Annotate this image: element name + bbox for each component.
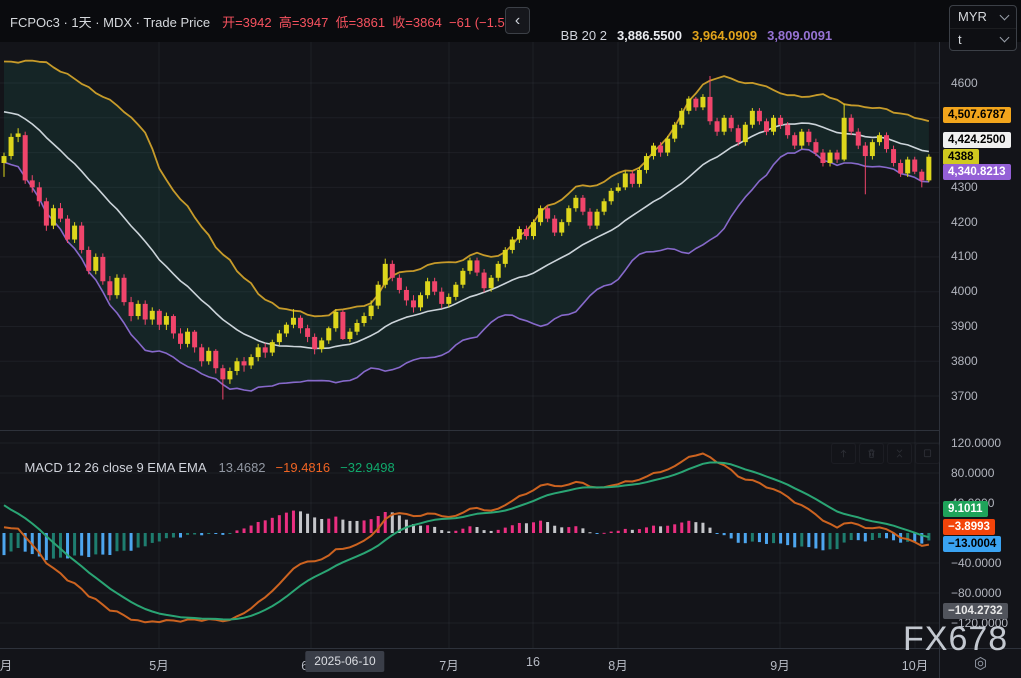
chevron-down-icon — [1000, 33, 1010, 43]
indicator-toolbar — [831, 443, 940, 464]
crosshair-date-badge: 2025-06-10 — [305, 651, 384, 672]
time-label: 9月 — [770, 655, 789, 674]
price-tick-label: 4000 — [951, 284, 978, 298]
trading-chart-app: FCPOc3 · 1天 · MDX · Trade Price 开=3942 高… — [0, 0, 1021, 678]
ohlc-values: 开=3942 高=3947 低=3861 收=3864 −61 (−1.55%) — [222, 12, 528, 31]
time-label: 5月 — [149, 655, 168, 674]
bb-basis-value: 3,886.5500 — [617, 28, 682, 43]
price-tick-label: 4100 — [951, 249, 978, 263]
price-tick-label: 3800 — [951, 354, 978, 368]
bb-legend-label: BB 20 2 — [561, 28, 607, 43]
legend-collapse-button[interactable]: ‹ — [505, 7, 530, 34]
macd-signal-value: −32.9498 — [340, 460, 395, 475]
chevron-left-icon: ‹ — [515, 12, 520, 29]
chart-canvas[interactable] — [0, 0, 1021, 678]
crosshair-value-badge: −104.2732 — [943, 603, 1008, 619]
symbol-title: FCPOc3 · 1天 · MDX · Trade Price — [10, 12, 210, 31]
time-label: 7月 — [439, 655, 458, 674]
trash-icon — [863, 446, 880, 461]
chevron-down-icon — [1000, 10, 1010, 20]
macd-tick-label: −80.0000 — [951, 586, 1001, 600]
macd-tick-label: −40.0000 — [951, 556, 1001, 570]
maximize-icon — [919, 446, 936, 461]
macd-tick-label: 80.0000 — [951, 466, 994, 480]
bb-lower-price-badge: 4,340.8213 — [943, 164, 1011, 180]
time-label: 月 — [0, 655, 12, 674]
maximize-pane-button[interactable] — [915, 443, 940, 464]
move-pane-up-button[interactable] — [831, 443, 856, 464]
fx678-watermark: FX678 — [903, 622, 1008, 656]
bb-legend: BB 20 2 3,886.5500 3,964.0909 3,809.0091 — [539, 13, 832, 58]
price-scale[interactable]: 4600 4300 4200 4100 4000 3900 3800 3700 120.0000… — [939, 0, 1021, 678]
unit-select-value: t — [958, 32, 962, 47]
macd-legend-label: MACD 12 26 close 9 EMA EMA — [24, 460, 206, 475]
time-label: 8月 — [608, 655, 627, 674]
macd-legend: MACD 12 26 close 9 EMA EMA 13.4682 −19.481… — [10, 445, 395, 490]
price-tick-label: 3700 — [951, 389, 978, 403]
legend-bar: FCPOc3 · 1天 · MDX · Trade Price 开=3942 高… — [0, 0, 1021, 42]
macd-hist-value: 13.4682 — [219, 460, 266, 475]
collapse-pane-button[interactable] — [887, 443, 912, 464]
bb-basis-price-badge: 4,424.2500 — [943, 132, 1011, 148]
currency-select[interactable]: MYR — [950, 6, 1016, 28]
price-tick-label: 4600 — [951, 76, 978, 90]
axis-settings-box: MYR t — [949, 5, 1017, 51]
time-label: 16 — [526, 655, 540, 669]
hist-value-badge: −13.0004 — [943, 536, 1001, 552]
delete-indicator-button[interactable] — [859, 443, 884, 464]
signal-value-badge: 9.1011 — [943, 501, 988, 517]
price-tick-label: 4300 — [951, 180, 978, 194]
macd-value-badge: −3.8993 — [943, 519, 995, 535]
macd-line-value: −19.4816 — [276, 460, 331, 475]
unit-select[interactable]: t — [950, 28, 1016, 51]
macd-tick-label: 120.0000 — [951, 436, 1001, 450]
time-scale[interactable]: 月5月6月7月168月9月10月2025-06-10 — [0, 649, 1021, 678]
bb-lower-value: 3,809.0091 — [767, 28, 832, 43]
collapse-icon — [891, 446, 908, 461]
arrow-up-icon — [835, 446, 852, 461]
price-tick-label: 4200 — [951, 215, 978, 229]
price-tick-label: 3900 — [951, 319, 978, 333]
currency-select-value: MYR — [958, 9, 987, 24]
last-price-badge: 4388 — [943, 149, 979, 165]
bb-upper-value: 3,964.0909 — [692, 28, 757, 43]
bb-upper-price-badge: 4,507.6787 — [943, 107, 1011, 123]
